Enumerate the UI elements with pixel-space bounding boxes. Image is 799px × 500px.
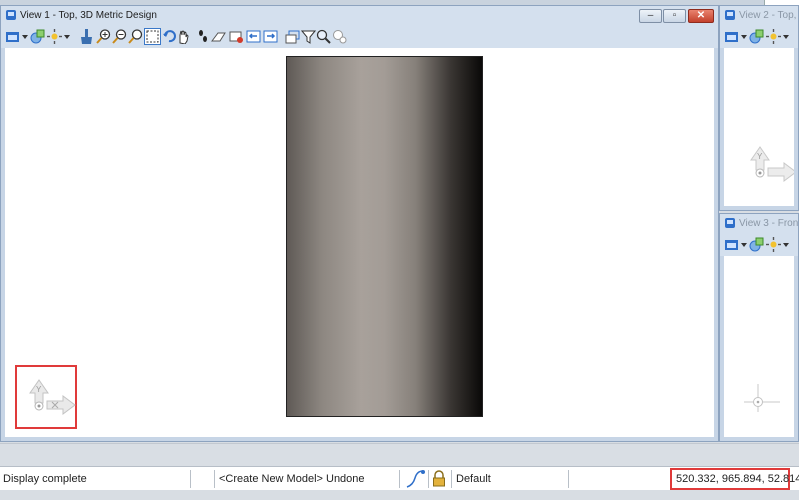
status-separator	[190, 470, 191, 488]
status-separator	[568, 470, 569, 488]
view-2-canvas[interactable]: Y	[724, 48, 794, 206]
view-attributes-icon[interactable]	[5, 29, 20, 44]
view-1-canvas[interactable]: Y	[5, 48, 714, 437]
view-3-window[interactable]: View 3 - Front, 3	[719, 213, 799, 442]
undo-message: <Create New Model> Undone	[219, 473, 365, 485]
view-window-icon	[725, 218, 735, 228]
copy-view-icon[interactable]	[246, 29, 261, 44]
view-window-icon	[725, 10, 735, 20]
view-3-canvas[interactable]	[724, 256, 794, 437]
view-attributes-dropdown[interactable]	[741, 35, 747, 39]
view-next-icon[interactable]	[229, 29, 244, 44]
y-axis-label: Y	[36, 385, 42, 394]
level-display-icon[interactable]	[301, 29, 316, 44]
view-3-toolbar	[720, 233, 798, 256]
rotate-view-icon[interactable]	[162, 29, 177, 44]
view-window-icon	[6, 10, 16, 20]
status-message: Display complete	[3, 473, 87, 485]
close-button[interactable]: ✕	[688, 9, 714, 23]
restore-button[interactable]: ▫	[663, 9, 686, 23]
search-icon[interactable]	[316, 29, 331, 44]
active-level[interactable]: Default	[456, 467, 491, 491]
view-3-titlebar[interactable]: View 3 - Front, 3	[720, 214, 799, 233]
view-display-icon[interactable]	[47, 29, 62, 44]
zoom-out-icon[interactable]	[112, 29, 127, 44]
update-view-icon[interactable]	[79, 29, 94, 44]
walk-icon[interactable]	[196, 29, 211, 44]
y-axis-label: Y	[757, 152, 763, 161]
status-separator	[214, 470, 215, 488]
view-attributes-dropdown[interactable]	[22, 35, 28, 39]
coordinate-readout: 520.332, 965.894, 52.814	[676, 473, 799, 485]
minimize-button[interactable]: –	[639, 9, 662, 23]
minimize-icon: –	[647, 10, 654, 21]
display-style-icon[interactable]	[749, 237, 764, 252]
display-style-icon[interactable]	[30, 29, 45, 44]
view-2-title: View 2 - Top, 3D	[739, 10, 799, 21]
snap-icon	[406, 470, 425, 488]
status-separator	[451, 470, 452, 488]
view-3-title: View 3 - Front, 3	[739, 218, 799, 229]
view-display-icon[interactable]	[766, 237, 781, 252]
view-2-titlebar[interactable]: View 2 - Top, 3D	[720, 6, 799, 25]
snap-mode-button[interactable]	[403, 467, 427, 491]
view-2-toolbar	[720, 25, 798, 48]
camera-icon[interactable]	[285, 29, 300, 44]
status-separator	[399, 470, 400, 488]
pan-view-icon[interactable]	[176, 29, 191, 44]
cylinder-model[interactable]	[286, 56, 483, 417]
view-1-window[interactable]: View 1 - Top, 3D Metric Design – ▫ ✕ Y	[0, 5, 719, 442]
horizontal-scroll-area[interactable]	[0, 443, 799, 466]
view-attributes-dropdown[interactable]	[741, 243, 747, 247]
window-area-icon[interactable]	[128, 29, 143, 44]
view-display-dropdown[interactable]	[783, 243, 789, 247]
status-separator	[428, 470, 429, 488]
view-previous-icon[interactable]	[211, 29, 226, 44]
view-1-title: View 1 - Top, 3D Metric Design	[20, 10, 157, 21]
clip-volume-icon[interactable]	[263, 29, 278, 44]
lock-icon	[433, 470, 445, 487]
view-orientation-glyph: Y	[746, 140, 794, 190]
close-icon: ✕	[696, 10, 706, 21]
front-view-axes	[744, 384, 780, 412]
view-display-icon[interactable]	[766, 29, 781, 44]
restore-icon: ▫	[672, 10, 677, 21]
view-2-window[interactable]: View 2 - Top, 3D Y	[719, 5, 799, 211]
display-style-icon[interactable]	[749, 29, 764, 44]
view-rotate-icon[interactable]	[332, 29, 347, 44]
lock-toggle[interactable]	[432, 467, 448, 491]
view-display-dropdown[interactable]	[64, 35, 70, 39]
view-attributes-icon[interactable]	[724, 237, 739, 252]
fit-view-icon[interactable]	[144, 28, 161, 45]
axis-triad-icon: Y	[750, 146, 794, 182]
view-orientation-glyph: Y	[25, 373, 77, 423]
zoom-in-icon[interactable]	[96, 29, 111, 44]
axis-triad-icon: Y	[29, 379, 76, 415]
view-display-dropdown[interactable]	[783, 35, 789, 39]
view-1-titlebar[interactable]: View 1 - Top, 3D Metric Design – ▫ ✕	[1, 6, 718, 25]
status-bar: Display complete <Create New Model> Undo…	[0, 466, 799, 490]
view-attributes-icon[interactable]	[724, 29, 739, 44]
view-1-toolbar	[1, 25, 718, 48]
